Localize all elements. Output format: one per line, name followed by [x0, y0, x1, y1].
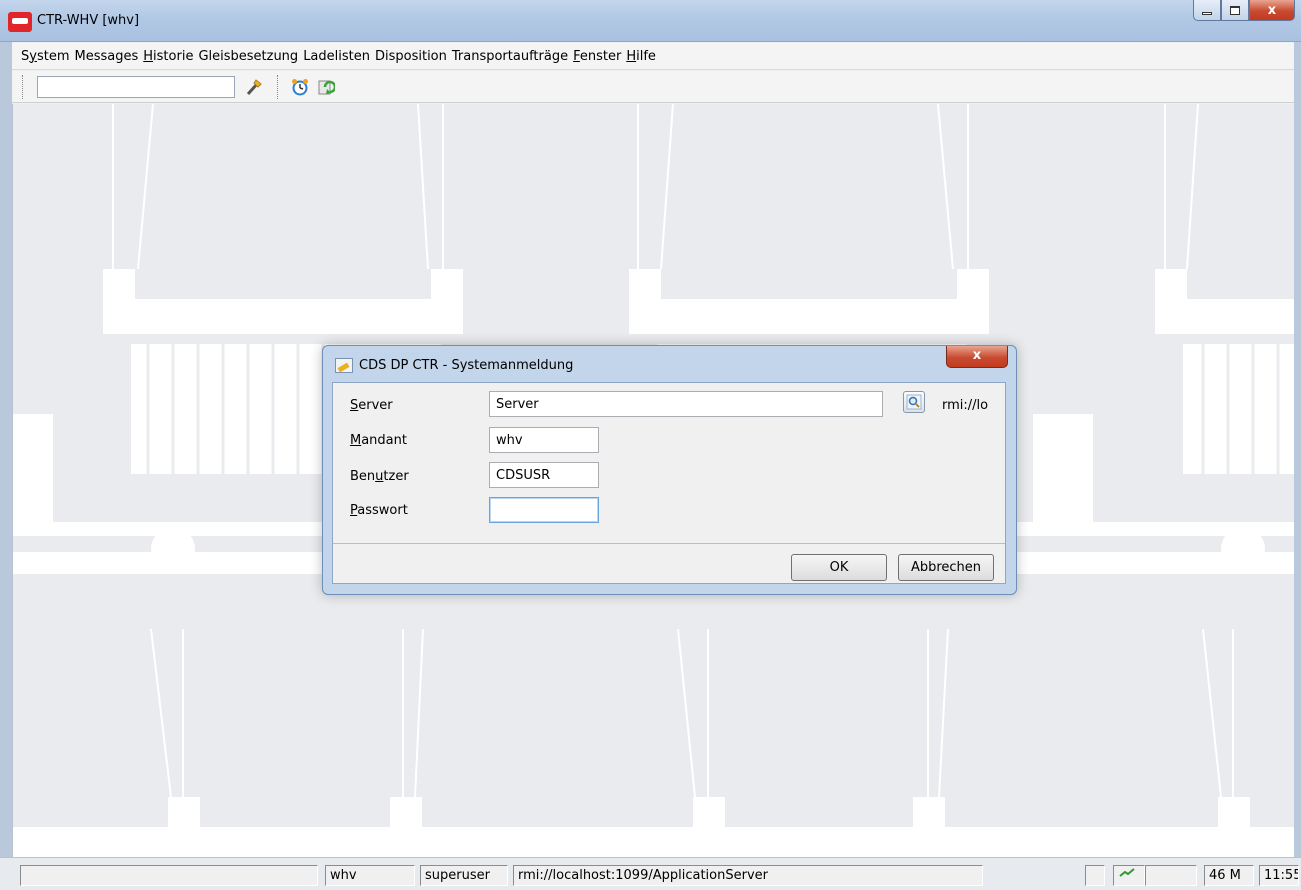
- menu-system[interactable]: System: [21, 49, 75, 64]
- window-frame-left: [0, 42, 12, 857]
- minimize-button[interactable]: [1193, 0, 1221, 21]
- menu-hilfe[interactable]: Hilfe: [626, 49, 661, 64]
- server-input[interactable]: [489, 391, 883, 417]
- menu-disposition[interactable]: Disposition: [375, 49, 452, 64]
- login-dialog: CDS DP CTR - Systemanmeldung x Server rm…: [322, 345, 1017, 595]
- menu-gleisbesetzung[interactable]: Gleisbesetzung: [198, 49, 303, 64]
- mandant-input[interactable]: [489, 427, 599, 453]
- window-title: CTR-WHV [whv]: [37, 13, 140, 28]
- status-indicator-empty: [1085, 865, 1105, 886]
- window-controls: x: [1193, 0, 1295, 21]
- close-icon: x: [1267, 2, 1277, 18]
- close-icon: x: [972, 348, 982, 363]
- status-user: superuser: [420, 865, 508, 886]
- server-url-text: rmi://lo: [942, 398, 989, 413]
- status-message-cell: [20, 865, 318, 886]
- maximize-button[interactable]: [1221, 0, 1249, 21]
- minimize-icon: [1202, 12, 1212, 15]
- toolbar-separator: [277, 75, 279, 99]
- dialog-window-icon: [335, 358, 353, 373]
- dialog-close-button[interactable]: x: [946, 346, 1008, 368]
- window-frame-right: [1294, 42, 1301, 857]
- status-time: 11:55: [1259, 865, 1299, 886]
- benutzer-input[interactable]: [489, 462, 599, 488]
- menu-historie[interactable]: Historie: [143, 49, 198, 64]
- passwort-label: Passwort: [350, 503, 408, 518]
- status-progress-cell: [1145, 865, 1197, 886]
- cancel-button[interactable]: Abbrechen: [898, 554, 994, 581]
- toolbar-grip[interactable]: [22, 75, 24, 99]
- app-logo-icon: [8, 12, 32, 32]
- status-memory: 46 M: [1204, 865, 1254, 886]
- ok-button[interactable]: OK: [791, 554, 887, 581]
- connection-status-icon: [1113, 865, 1145, 886]
- status-bar: whv superuser rmi://localhost:1099/Appli…: [0, 857, 1301, 890]
- benutzer-label: Benutzer: [350, 469, 409, 484]
- maximize-icon: [1230, 5, 1240, 15]
- status-mandant: whv: [325, 865, 415, 886]
- menu-fenster[interactable]: Fenster: [573, 49, 626, 64]
- alarm-clock-icon[interactable]: [291, 78, 309, 96]
- server-lookup-button[interactable]: [903, 391, 925, 413]
- wand-icon[interactable]: [245, 78, 263, 96]
- close-button[interactable]: x: [1249, 0, 1295, 21]
- magnifier-icon: [906, 394, 922, 410]
- server-label: Server: [350, 398, 393, 413]
- menu-transportauftraege[interactable]: Transportaufträge: [452, 49, 573, 64]
- window-titlebar[interactable]: CTR-WHV [whv] x: [0, 0, 1301, 42]
- status-connection: rmi://localhost:1099/ApplicationServer: [513, 865, 983, 886]
- dialog-separator: [333, 543, 1005, 544]
- dialog-title: CDS DP CTR - Systemanmeldung: [359, 358, 574, 373]
- dialog-body: Server rmi://lo Mandant Benutzer Passwor…: [332, 382, 1006, 584]
- toolbar-search-input[interactable]: [37, 76, 235, 98]
- menu-messages[interactable]: Messages: [75, 49, 144, 64]
- mandant-label: Mandant: [350, 433, 407, 448]
- refresh-icon[interactable]: [317, 78, 335, 96]
- menu-ladelisten[interactable]: Ladelisten: [303, 49, 375, 64]
- menu-bar: System Messages Historie Gleisbesetzung …: [12, 43, 1294, 70]
- passwort-input[interactable]: [489, 497, 599, 523]
- toolbar: [12, 71, 1294, 103]
